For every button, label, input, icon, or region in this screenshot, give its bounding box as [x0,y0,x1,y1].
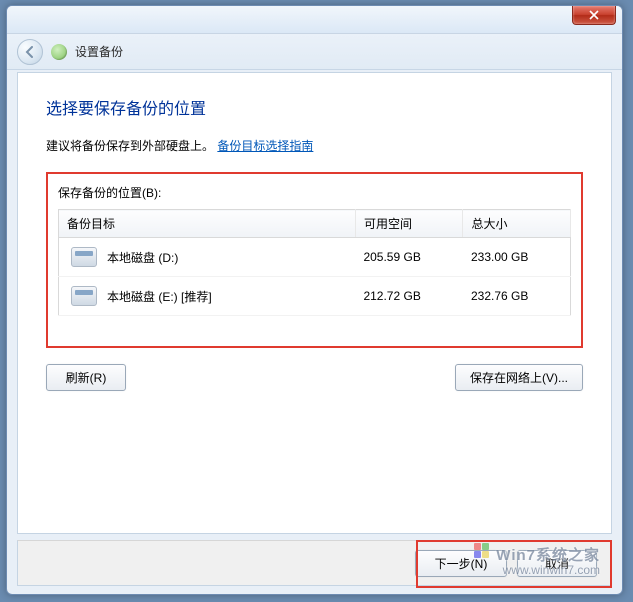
drive-free: 205.59 GB [355,238,463,277]
drive-total: 233.00 GB [463,238,571,277]
close-button[interactable] [572,6,616,25]
advice-link[interactable]: 备份目标选择指南 [217,139,313,153]
table-row[interactable]: 本地磁盘 (E:) [推荐] 212.72 GB 232.76 GB [59,277,571,316]
back-button[interactable] [17,39,43,65]
col-free[interactable]: 可用空间 [355,210,463,238]
titlebar [7,6,622,34]
col-total[interactable]: 总大小 [463,210,571,238]
refresh-button[interactable]: 刷新(R) [46,364,126,391]
cancel-button[interactable]: 取消 [517,550,597,577]
drive-name: 本地磁盘 (E:) [推荐] [107,288,212,305]
page-heading: 选择要保存备份的位置 [46,95,583,119]
next-button[interactable]: 下一步(N) [415,550,507,577]
drive-name: 本地磁盘 (D:) [107,249,178,266]
drive-total: 232.76 GB [463,277,571,316]
close-icon [589,10,599,20]
dialog-footer: 下一步(N) 取消 [17,540,612,586]
back-arrow-icon [24,46,36,58]
dialog-window: 设置备份 选择要保存备份的位置 建议将备份保存到外部硬盘上。 备份目标选择指南 … [6,5,623,595]
advice-text: 建议将备份保存到外部硬盘上。 [46,139,214,153]
highlight-frame-locations: 保存备份的位置(B): 备份目标 可用空间 总大小 本地磁盘 (D:) 205.… [46,172,583,348]
window-title: 设置备份 [75,43,123,60]
table-row[interactable]: 本地磁盘 (D:) 205.59 GB 233.00 GB [59,238,571,277]
save-network-button[interactable]: 保存在网络上(V)... [455,364,583,391]
drive-icon [71,247,97,267]
locations-table: 备份目标 可用空间 总大小 本地磁盘 (D:) 205.59 GB 233.00… [58,209,571,316]
middle-buttons: 刷新(R) 保存在网络上(V)... [46,364,583,391]
locations-body: 本地磁盘 (D:) 205.59 GB 233.00 GB 本地磁盘 (E:) … [59,238,571,316]
drive-free: 212.72 GB [355,277,463,316]
control-panel-icon [51,44,67,60]
advice-row: 建议将备份保存到外部硬盘上。 备份目标选择指南 [46,137,583,154]
col-target[interactable]: 备份目标 [59,210,356,238]
locations-label: 保存备份的位置(B): [58,184,571,201]
drive-icon [71,286,97,306]
nav-bar: 设置备份 [7,34,622,70]
content-pane: 选择要保存备份的位置 建议将备份保存到外部硬盘上。 备份目标选择指南 保存备份的… [17,72,612,534]
